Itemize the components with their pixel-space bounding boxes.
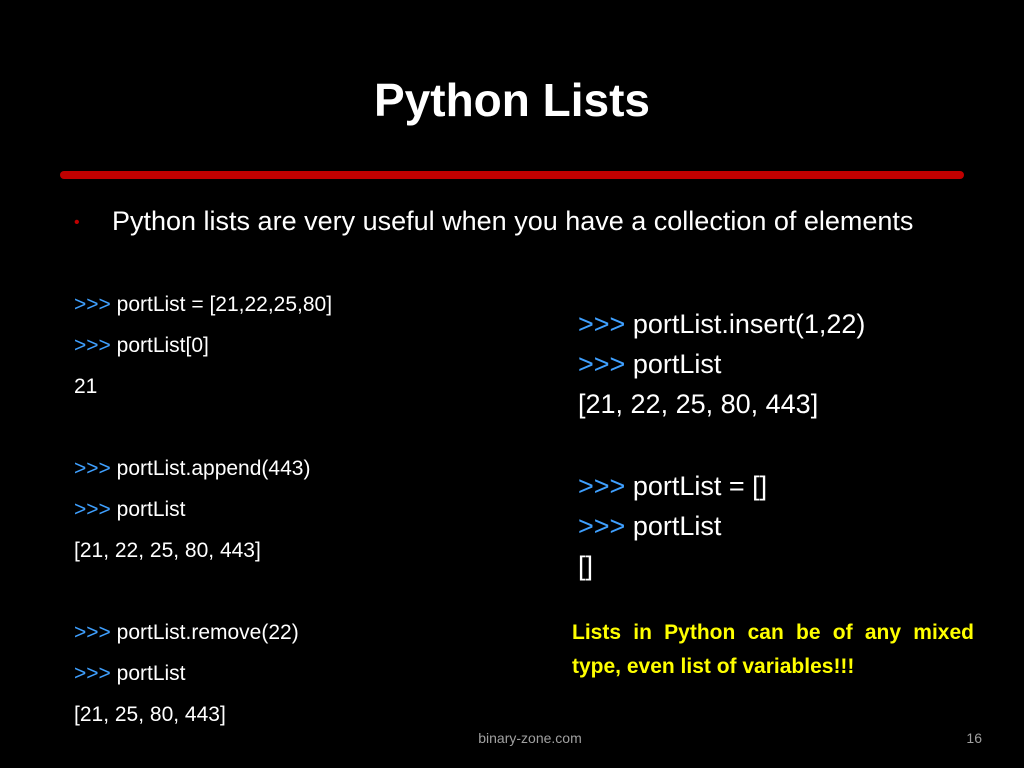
code-text: portList = [21,22,25,80] [116, 293, 333, 316]
code-line: >>> portList [578, 508, 721, 544]
code-text: portList [632, 511, 722, 541]
slide: Python Lists • Python lists are very use… [0, 0, 1024, 768]
code-prompt: >>> [578, 511, 626, 541]
code-line: >>> portList[0] [74, 331, 209, 361]
code-text: portList.insert(1,22) [632, 309, 866, 339]
code-text: portList [116, 662, 186, 685]
bullet-text: Python lists are very useful when you ha… [112, 206, 914, 236]
code-prompt: >>> [74, 457, 111, 480]
code-prompt: >>> [578, 471, 626, 501]
code-line: >>> portList = [] [578, 468, 767, 504]
code-text: [21, 22, 25, 80, 443] [74, 539, 261, 562]
code-text: portList [116, 498, 186, 521]
code-text: 21 [74, 375, 98, 398]
code-prompt: >>> [578, 349, 626, 379]
slide-title: Python Lists [373, 74, 651, 126]
code-text: portList.remove(22) [116, 621, 299, 644]
code-text: portList [632, 349, 722, 379]
code-output: [] [578, 548, 593, 584]
code-prompt: >>> [74, 662, 111, 685]
note-text: Lists in Python can be of any mixed type… [572, 621, 974, 678]
code-text: portList = [] [632, 471, 768, 501]
code-prompt: >>> [74, 621, 111, 644]
code-text: portList.append(443) [116, 457, 311, 480]
code-text: [21, 22, 25, 80, 443] [578, 389, 819, 419]
page-number: 16 [966, 730, 982, 746]
footer-url: binary-zone.com [478, 730, 582, 746]
title-divider [60, 171, 964, 179]
code-line: >>> portList.insert(1,22) [578, 306, 865, 342]
code-output: [21, 25, 80, 443] [74, 700, 226, 730]
bullet-dot-icon: • [74, 214, 80, 231]
code-line: >>> portList = [21,22,25,80] [74, 290, 332, 320]
code-prompt: >>> [74, 498, 111, 521]
code-text: portList[0] [116, 334, 209, 357]
code-line: >>> portList [74, 495, 186, 525]
code-line: >>> portList [74, 659, 186, 689]
code-line: >>> portList [578, 346, 721, 382]
code-output: 21 [74, 372, 97, 402]
code-prompt: >>> [578, 309, 626, 339]
code-output: [21, 22, 25, 80, 443] [578, 386, 818, 422]
code-output: [21, 22, 25, 80, 443] [74, 536, 261, 566]
code-line: >>> portList.remove(22) [74, 618, 299, 648]
code-prompt: >>> [74, 293, 111, 316]
code-text: [] [578, 551, 594, 581]
code-prompt: >>> [74, 334, 111, 357]
code-line: >>> portList.append(443) [74, 454, 310, 484]
code-text: [21, 25, 80, 443] [74, 703, 226, 726]
